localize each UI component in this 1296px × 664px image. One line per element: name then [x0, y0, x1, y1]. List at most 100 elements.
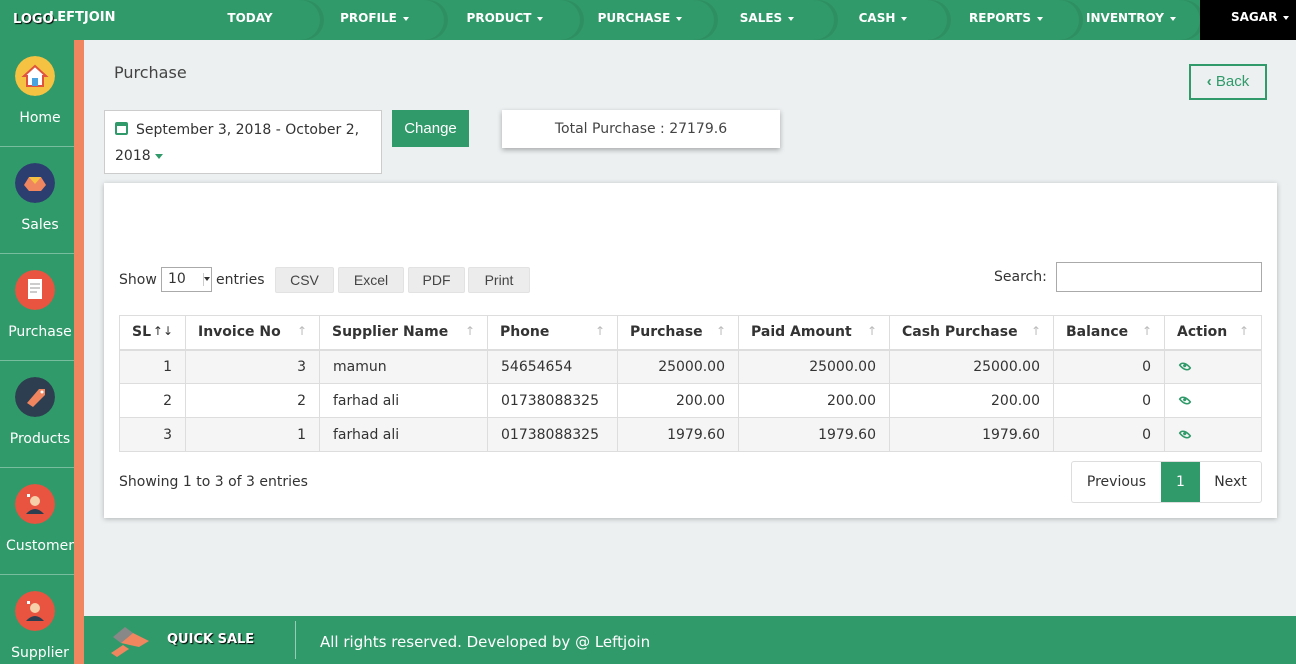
nav-purchase[interactable]: PURCHASE [566, 0, 714, 40]
cell-cash: 25000.00 [889, 349, 1054, 384]
column-header-action[interactable]: Action ↑ [1164, 315, 1262, 351]
sort-icon: ↑ [1238, 324, 1249, 338]
csv-button[interactable]: CSV [275, 267, 334, 293]
date-range-picker[interactable]: September 3, 2018 - October 2, 2018 [104, 110, 382, 174]
eye-icon[interactable] [1178, 359, 1192, 373]
sidebar-item-customer[interactable]: Customer [0, 468, 74, 575]
change-button[interactable]: Change [392, 110, 469, 147]
cell-paid: 1979.60 [738, 417, 890, 452]
sidebar-item-home[interactable]: Home [0, 40, 74, 147]
cell-phone: 01738088325 [487, 383, 618, 418]
column-label: Balance [1066, 324, 1129, 341]
nav-product[interactable]: PRODUCT [430, 0, 580, 40]
sidebar-item-purchase[interactable]: Purchase [0, 254, 74, 361]
supplier-icon [15, 591, 55, 631]
nav-profile[interactable]: PROFILE [305, 0, 444, 40]
column-header-sl[interactable]: SL ↑↓ [119, 315, 186, 351]
search-input[interactable] [1056, 262, 1262, 292]
purchase-icon [15, 270, 55, 310]
home-icon [15, 56, 55, 96]
user-menu[interactable]: SAGAR [1200, 0, 1296, 40]
column-label: SL [132, 324, 152, 341]
sort-icon: ↑ [594, 324, 605, 338]
column-label: Purchase [630, 324, 703, 341]
nav-sales[interactable]: SALES [700, 0, 834, 40]
nav-label: PRODUCT [466, 11, 532, 25]
show-label: Show [119, 272, 157, 288]
nav-today[interactable]: TODAY [180, 0, 320, 40]
sort-icon: ↑ [464, 324, 475, 338]
column-label: Action [1177, 324, 1228, 341]
page-1-button[interactable]: 1 [1161, 462, 1200, 502]
chevron-down-icon [901, 16, 908, 21]
print-button[interactable]: Print [468, 267, 530, 293]
column-header-invoice[interactable]: Invoice No ↑ [185, 315, 320, 351]
cell-phone: 54654654 [487, 349, 618, 384]
cell-paid: 200.00 [738, 383, 890, 418]
quick-sale-icon[interactable] [109, 623, 149, 657]
table-info: Showing 1 to 3 of 3 entries [119, 474, 308, 490]
column-header-balance[interactable]: Balance ↑ [1053, 315, 1165, 351]
column-header-paid[interactable]: Paid Amount ↑ [738, 315, 890, 351]
previous-button[interactable]: Previous [1072, 462, 1161, 502]
sidebar-item-label: Purchase [8, 324, 72, 340]
cell-phone: 01738088325 [487, 417, 618, 452]
cell-supplier: farhad ali [319, 383, 488, 418]
nav-label: SALES [739, 11, 783, 25]
excel-button[interactable]: Excel [338, 267, 404, 293]
sidebar-item-label: Supplier [11, 645, 69, 661]
pagination: Previous 1 Next [1071, 461, 1262, 503]
cell-purchase: 200.00 [617, 383, 739, 418]
chevron-left-icon: ‹ [1206, 73, 1212, 90]
cell-balance: 0 [1053, 349, 1165, 384]
nav-label: CASH [858, 11, 896, 25]
column-header-cash[interactable]: Cash Purchase ↑ [889, 315, 1054, 351]
cell-balance: 0 [1053, 417, 1165, 452]
top-navbar: LEFTJOIN LOGO INVENTROY REPORTS CASH SAL… [0, 0, 1296, 40]
pdf-button[interactable]: PDF [408, 267, 465, 293]
calendar-icon [115, 122, 128, 135]
sort-icon: ↑ [1030, 324, 1041, 338]
sidebar-item-products[interactable]: Products [0, 361, 74, 468]
sort-asc-icon: ↑↓ [152, 324, 173, 338]
sidebar-item-supplier[interactable]: Supplier [0, 575, 74, 664]
cell-paid: 25000.00 [738, 349, 890, 384]
sidebar-item-sales[interactable]: Sales [0, 147, 74, 254]
sort-icon: ↑ [715, 324, 726, 338]
cell-balance: 0 [1053, 383, 1165, 418]
cell-action [1164, 417, 1262, 452]
nav-cash[interactable]: CASH [819, 0, 947, 40]
column-header-phone[interactable]: Phone ↑ [487, 315, 618, 351]
page-title: Purchase [114, 63, 187, 82]
total-purchase-box: Total Purchase : 27179.6 [502, 110, 780, 148]
next-button[interactable]: Next [1200, 462, 1261, 502]
eye-icon[interactable] [1178, 427, 1192, 441]
eye-icon[interactable] [1178, 393, 1192, 407]
chevron-down-icon [1036, 16, 1043, 21]
table-row: 3 1 farhad ali 01738088325 1979.60 1979.… [119, 417, 1262, 452]
cell-invoice: 1 [185, 417, 320, 452]
nav-inventory[interactable]: INVENTROY [1062, 0, 1200, 40]
page-size-select[interactable]: 10 [161, 267, 212, 292]
date-range-text: September 3, 2018 - October 2, 2018 [115, 122, 360, 164]
purchase-table: SL ↑↓ Invoice No ↑ Supplier Name ↑ Phone ↑ P… [119, 315, 1262, 452]
cell-purchase: 25000.00 [617, 349, 739, 384]
customer-icon [15, 484, 55, 524]
column-header-purchase[interactable]: Purchase ↑ [617, 315, 739, 351]
cell-action [1164, 349, 1262, 384]
brand-logo[interactable]: LEFTJOIN LOGO [0, 0, 150, 40]
cell-action [1164, 383, 1262, 418]
nav-reports[interactable]: REPORTS [933, 0, 1079, 40]
chevron-down-icon [1283, 15, 1290, 20]
back-button[interactable]: ‹ Back [1189, 64, 1267, 100]
column-header-supplier[interactable]: Supplier Name ↑ [319, 315, 488, 351]
products-icon [15, 377, 55, 417]
footer-copyright: All rights reserved. Developed by @ Left… [320, 633, 651, 651]
logo-text: LOGO [13, 12, 54, 27]
sidebar-item-label: Home [19, 110, 61, 126]
cell-sl: 2 [119, 383, 186, 418]
quick-sale-link[interactable]: QUICK SALE [167, 632, 254, 647]
caret-down-icon [154, 153, 163, 159]
table-row: 1 3 mamun 54654654 25000.00 25000.00 250… [119, 349, 1262, 384]
table-row: 2 2 farhad ali 01738088325 200.00 200.00… [119, 383, 1262, 418]
